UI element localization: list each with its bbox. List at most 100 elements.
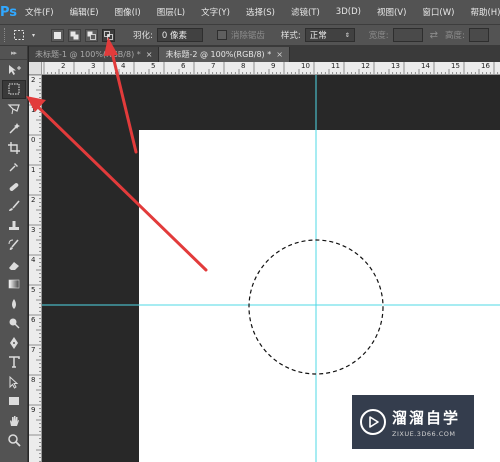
magic-wand-icon xyxy=(9,123,20,134)
subtract-from-selection-button[interactable] xyxy=(85,28,98,42)
crop-icon xyxy=(8,141,20,154)
hand-tool[interactable] xyxy=(2,411,26,431)
menu-file[interactable]: 文件(F) xyxy=(17,6,62,18)
menu-filter[interactable]: 滤镜(T) xyxy=(283,6,328,18)
stamp-icon xyxy=(9,220,19,230)
watermark-badge: 溜溜自学 ZIXUE.3D66.COM xyxy=(352,395,474,449)
pen-tool[interactable] xyxy=(2,333,26,353)
style-label: 样式: xyxy=(280,31,301,41)
feather-input[interactable]: 0 像素 xyxy=(156,28,203,42)
ruler-number: 8 xyxy=(31,376,36,384)
eraser-tool[interactable] xyxy=(2,255,26,275)
close-icon[interactable]: × xyxy=(146,50,153,59)
toolbox-collapse[interactable]: ▸▸ xyxy=(0,46,27,60)
new-selection-button[interactable] xyxy=(51,28,64,42)
menu-bar: Ps 文件(F) 编辑(E) 图像(I) 图层(L) 文字(Y) 选择(S) 滤… xyxy=(0,0,500,24)
height-input[interactable] xyxy=(468,28,489,42)
rectangle-icon xyxy=(9,397,19,406)
zoom-tool[interactable] xyxy=(2,431,26,451)
tab-document-1[interactable]: 未标题-1 @ 100%(RGB/8) * × xyxy=(29,47,160,62)
tab-label: 未标题-2 @ 100%(RGB/8) * xyxy=(165,50,272,59)
type-icon xyxy=(9,356,20,368)
lasso-tool[interactable] xyxy=(2,99,26,119)
rectangle-tool[interactable] xyxy=(2,392,26,412)
ruler-number: 10 xyxy=(301,62,310,70)
gradient-tool[interactable] xyxy=(2,275,26,295)
brush-tool[interactable] xyxy=(2,197,26,217)
horizontal-ruler[interactable]: 2 3 4 5 6 7 8 9 10 11 12 13 14 15 16 xyxy=(42,62,500,75)
new-selection-icon xyxy=(54,31,61,39)
crop-tool[interactable] xyxy=(2,138,26,158)
menu-image[interactable]: 图像(I) xyxy=(107,6,149,18)
options-grip xyxy=(4,28,7,42)
spot-healing-tool[interactable] xyxy=(2,177,26,197)
dodge-icon xyxy=(9,318,20,329)
tool-preset-picker[interactable]: ▾ xyxy=(11,27,37,43)
marquee-icon xyxy=(8,83,20,95)
ruler-number: 5 xyxy=(31,286,36,294)
menu-help[interactable]: 帮助(H) xyxy=(462,6,500,18)
ruler-number: 3 xyxy=(91,62,96,70)
ruler-number: 7 xyxy=(211,62,216,70)
menu-window[interactable]: 窗口(W) xyxy=(414,6,462,18)
ruler-number: 6 xyxy=(181,62,186,70)
blur-tool[interactable] xyxy=(2,294,26,314)
menu-select[interactable]: 选择(S) xyxy=(238,6,283,18)
menu-view[interactable]: 视图(V) xyxy=(369,6,414,18)
move-tool[interactable] xyxy=(2,60,26,80)
menu-type[interactable]: 文字(Y) xyxy=(193,6,238,18)
style-select[interactable]: 正常 ⇕ xyxy=(304,28,355,42)
add-selection-icon xyxy=(70,31,79,39)
width-input[interactable] xyxy=(392,28,423,42)
type-tool[interactable] xyxy=(2,353,26,373)
intersect-selection-icon xyxy=(104,30,113,40)
elliptical-marquee-tool[interactable] xyxy=(2,79,26,99)
intersect-selection-button[interactable] xyxy=(102,28,115,42)
add-to-selection-button[interactable] xyxy=(68,28,81,42)
zoom-icon xyxy=(8,434,21,447)
ruler-number: 6 xyxy=(31,316,36,324)
toolbox: ▸▸ xyxy=(0,46,28,462)
updown-chevron-icon: ⇕ xyxy=(344,31,350,39)
ruler-number: 4 xyxy=(121,62,126,70)
close-icon[interactable]: × xyxy=(276,50,283,59)
menu-3d[interactable]: 3D(D) xyxy=(328,7,369,17)
ruler-number: 1 xyxy=(31,166,36,174)
play-logo-icon xyxy=(360,409,386,435)
ruler-number: 2 xyxy=(31,76,36,84)
gradient-icon xyxy=(8,279,20,289)
tab-document-2[interactable]: 未标题-2 @ 100%(RGB/8) * × xyxy=(159,47,290,62)
bandage-icon xyxy=(9,182,19,191)
hand-icon xyxy=(10,415,19,426)
ruler-number: 8 xyxy=(241,62,246,70)
options-bar: ▾ 羽化: 0 像素 消除锯齿 样式: 正常 ⇕ 宽度: ⇄ 高度: xyxy=(0,24,500,46)
dodge-tool[interactable] xyxy=(2,314,26,334)
path-select-tool[interactable] xyxy=(2,372,26,392)
style-value: 正常 xyxy=(309,31,327,41)
feather-label: 羽化: xyxy=(133,31,153,41)
quick-select-tool[interactable] xyxy=(2,119,26,139)
clone-stamp-tool[interactable] xyxy=(2,216,26,236)
ruler-origin[interactable] xyxy=(29,62,42,75)
ruler-number: 9 xyxy=(31,406,36,414)
menu-edit[interactable]: 编辑(E) xyxy=(62,6,107,18)
history-brush-icon xyxy=(8,239,19,251)
ruler-number: 7 xyxy=(31,346,36,354)
ruler-number: 4 xyxy=(31,256,36,264)
watermark-url: ZIXUE.3D66.COM xyxy=(392,429,456,438)
ruler-ticks xyxy=(29,75,41,462)
ruler-number: 15 xyxy=(451,62,460,70)
chevron-down-icon: ▾ xyxy=(31,31,35,39)
ruler-number: 11 xyxy=(331,62,340,70)
ruler-number: 12 xyxy=(361,62,370,70)
eyedropper-icon xyxy=(9,163,18,172)
menu-layer[interactable]: 图层(L) xyxy=(149,6,193,18)
swap-icon[interactable]: ⇄ xyxy=(427,30,441,41)
vertical-ruler[interactable]: 2 1 0 1 2 3 4 5 6 7 8 9 xyxy=(29,75,42,462)
history-brush-tool[interactable] xyxy=(2,236,26,256)
height-label: 高度: xyxy=(445,31,465,41)
ruler-number: 13 xyxy=(391,62,400,70)
eraser-icon xyxy=(9,261,19,270)
eyedropper-tool[interactable] xyxy=(2,158,26,178)
antialias-checkbox[interactable] xyxy=(216,30,227,40)
